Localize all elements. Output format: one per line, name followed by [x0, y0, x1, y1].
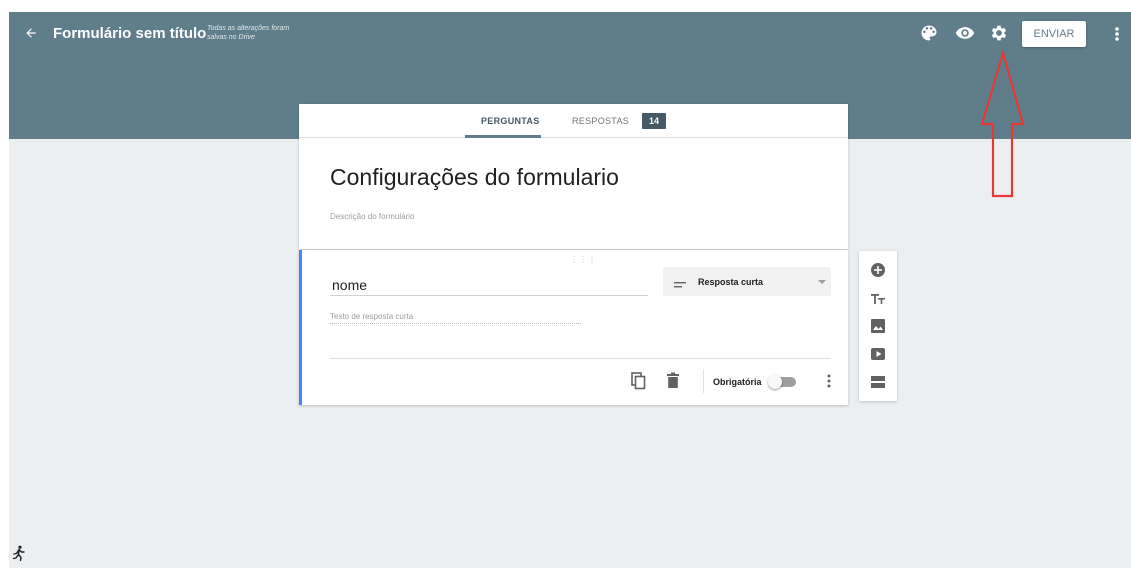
send-button[interactable]: ENVIAR — [1022, 21, 1086, 47]
footer-vertical-divider — [703, 369, 704, 393]
tab-questions[interactable]: PERGUNTAS — [481, 116, 540, 126]
active-tab-indicator — [465, 135, 541, 138]
back-arrow-icon[interactable] — [19, 21, 43, 45]
add-question-icon[interactable] — [870, 262, 886, 278]
save-status-line-2: salvas no Drive — [207, 34, 255, 41]
gear-icon[interactable] — [989, 23, 1009, 43]
question-title-input[interactable]: nome — [330, 277, 648, 296]
section-icon[interactable] — [870, 374, 886, 390]
form-title-header[interactable]: Formulário sem título — [53, 25, 206, 42]
required-label: Obrigatória — [713, 377, 762, 387]
save-status-line-1: Todas as alterações foram — [207, 25, 290, 32]
footer-divider — [330, 358, 831, 359]
screenshot-canvas: Formulário sem título Todas as alteraçõe… — [0, 0, 1131, 568]
more-vert-icon[interactable] — [821, 372, 837, 390]
save-status: Todas as alterações foram salvas no Driv… — [207, 24, 317, 42]
tab-responses[interactable]: RESPOSTAS — [572, 116, 629, 126]
question-card[interactable]: ⋮⋮⋮ nome Resposta curta Texto de respost… — [299, 250, 848, 405]
toggle-knob — [768, 375, 782, 389]
question-type-dropdown[interactable]: Resposta curta — [663, 267, 831, 296]
more-vert-icon[interactable] — [1109, 22, 1125, 46]
required-toggle[interactable] — [768, 375, 800, 389]
preview-eye-icon[interactable] — [955, 23, 975, 43]
copy-icon[interactable] — [630, 372, 646, 390]
question-type-label: Resposta curta — [698, 277, 764, 287]
side-toolbar — [859, 251, 897, 401]
trash-icon[interactable] — [665, 372, 681, 390]
drag-handle-icon[interactable]: ⋮⋮⋮ — [570, 255, 597, 264]
short-text-icon — [674, 277, 686, 288]
running-person-icon — [12, 545, 26, 562]
form-title[interactable]: Configurações do formulario — [330, 164, 619, 191]
tab-bar: PERGUNTAS RESPOSTAS 14 — [299, 104, 848, 138]
chevron-down-icon — [818, 280, 826, 284]
form-header-card: PERGUNTAS RESPOSTAS 14 Configurações do … — [299, 104, 848, 249]
form-description-field[interactable]: Descrição do formulário — [330, 212, 414, 221]
video-icon[interactable] — [870, 346, 886, 362]
image-icon[interactable] — [870, 318, 886, 334]
title-text-icon[interactable] — [870, 291, 886, 307]
palette-icon[interactable] — [919, 23, 939, 43]
responses-count-badge: 14 — [642, 113, 666, 129]
short-answer-placeholder: Texto de resposta curta — [330, 312, 581, 324]
